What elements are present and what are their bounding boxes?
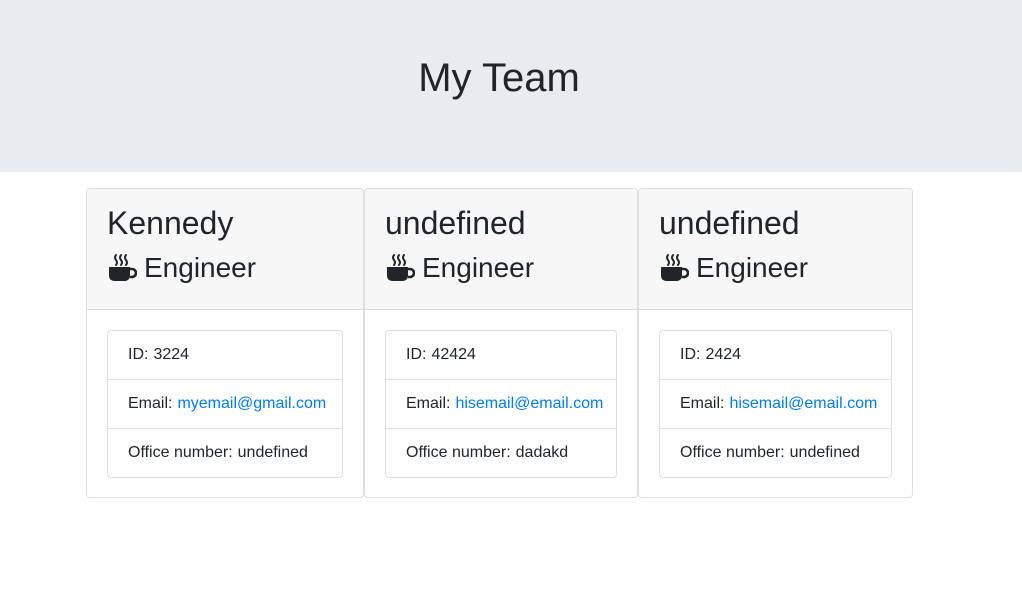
coffee-mug-icon — [661, 254, 689, 281]
employee-name: undefined — [659, 205, 800, 241]
employee-name: undefined — [385, 205, 526, 241]
office-label: Office number: — [406, 444, 511, 461]
employee-card: undefined Engineer ID: 42424 Email: hise… — [364, 188, 638, 498]
email-label: Email: — [406, 395, 451, 412]
page-title: My Team — [418, 56, 580, 100]
office-label: Office number: — [680, 444, 785, 461]
employee-details: ID: 3224 Email: myemail@gmail.com Office… — [107, 330, 343, 478]
card-header: Kennedy Engineer — [87, 189, 363, 310]
employee-role: Engineer — [385, 251, 617, 285]
header-banner: My Team — [0, 0, 1022, 172]
employee-email: Email: hisemail@email.com — [386, 380, 616, 429]
employee-id: ID: 42424 — [386, 331, 616, 380]
email-label: Email: — [680, 395, 725, 412]
id-value: 3224 — [153, 346, 190, 363]
card-body: ID: 42424 Email: hisemail@email.com Offi… — [365, 310, 637, 478]
card-header: undefined Engineer — [639, 189, 912, 310]
employee-role-label: Engineer — [422, 252, 535, 283]
office-value: undefined — [789, 444, 860, 461]
id-label: ID: — [680, 346, 701, 363]
coffee-mug-icon — [387, 254, 415, 281]
employee-id: ID: 3224 — [108, 331, 342, 380]
email-link[interactable]: hisemail@email.com — [729, 395, 877, 413]
coffee-mug-icon — [109, 254, 137, 281]
employee-card: undefined Engineer ID: 2424 Email: hisem… — [638, 188, 913, 498]
employee-office: Office number: undefined — [108, 429, 342, 477]
id-label: ID: — [406, 346, 427, 363]
employee-office: Office number: dadakd — [386, 429, 616, 477]
employee-role: Engineer — [659, 251, 892, 285]
employee-card: Kennedy Engineer ID: 3224 Email: myemail… — [86, 188, 364, 498]
employee-email: Email: myemail@gmail.com — [108, 380, 342, 429]
email-link[interactable]: hisemail@email.com — [455, 395, 603, 413]
id-value: 42424 — [431, 346, 476, 363]
employee-office: Office number: undefined — [660, 429, 891, 477]
office-value: undefined — [237, 444, 308, 461]
office-label: Office number: — [128, 444, 233, 461]
employee-role: Engineer — [107, 251, 343, 285]
employee-details: ID: 42424 Email: hisemail@email.com Offi… — [385, 330, 617, 478]
employee-role-label: Engineer — [696, 252, 809, 283]
employee-email: Email: hisemail@email.com — [660, 380, 891, 429]
card-header: undefined Engineer — [365, 189, 637, 310]
employee-name: Kennedy — [107, 205, 234, 241]
employee-details: ID: 2424 Email: hisemail@email.com Offic… — [659, 330, 892, 478]
card-body: ID: 2424 Email: hisemail@email.com Offic… — [639, 310, 912, 478]
employee-id: ID: 2424 — [660, 331, 891, 380]
office-value: dadakd — [515, 444, 569, 461]
id-value: 2424 — [705, 346, 742, 363]
employee-role-label: Engineer — [144, 252, 257, 283]
card-body: ID: 3224 Email: myemail@gmail.com Office… — [87, 310, 363, 478]
email-link[interactable]: myemail@gmail.com — [177, 395, 326, 413]
id-label: ID: — [128, 346, 149, 363]
email-label: Email: — [128, 395, 173, 412]
